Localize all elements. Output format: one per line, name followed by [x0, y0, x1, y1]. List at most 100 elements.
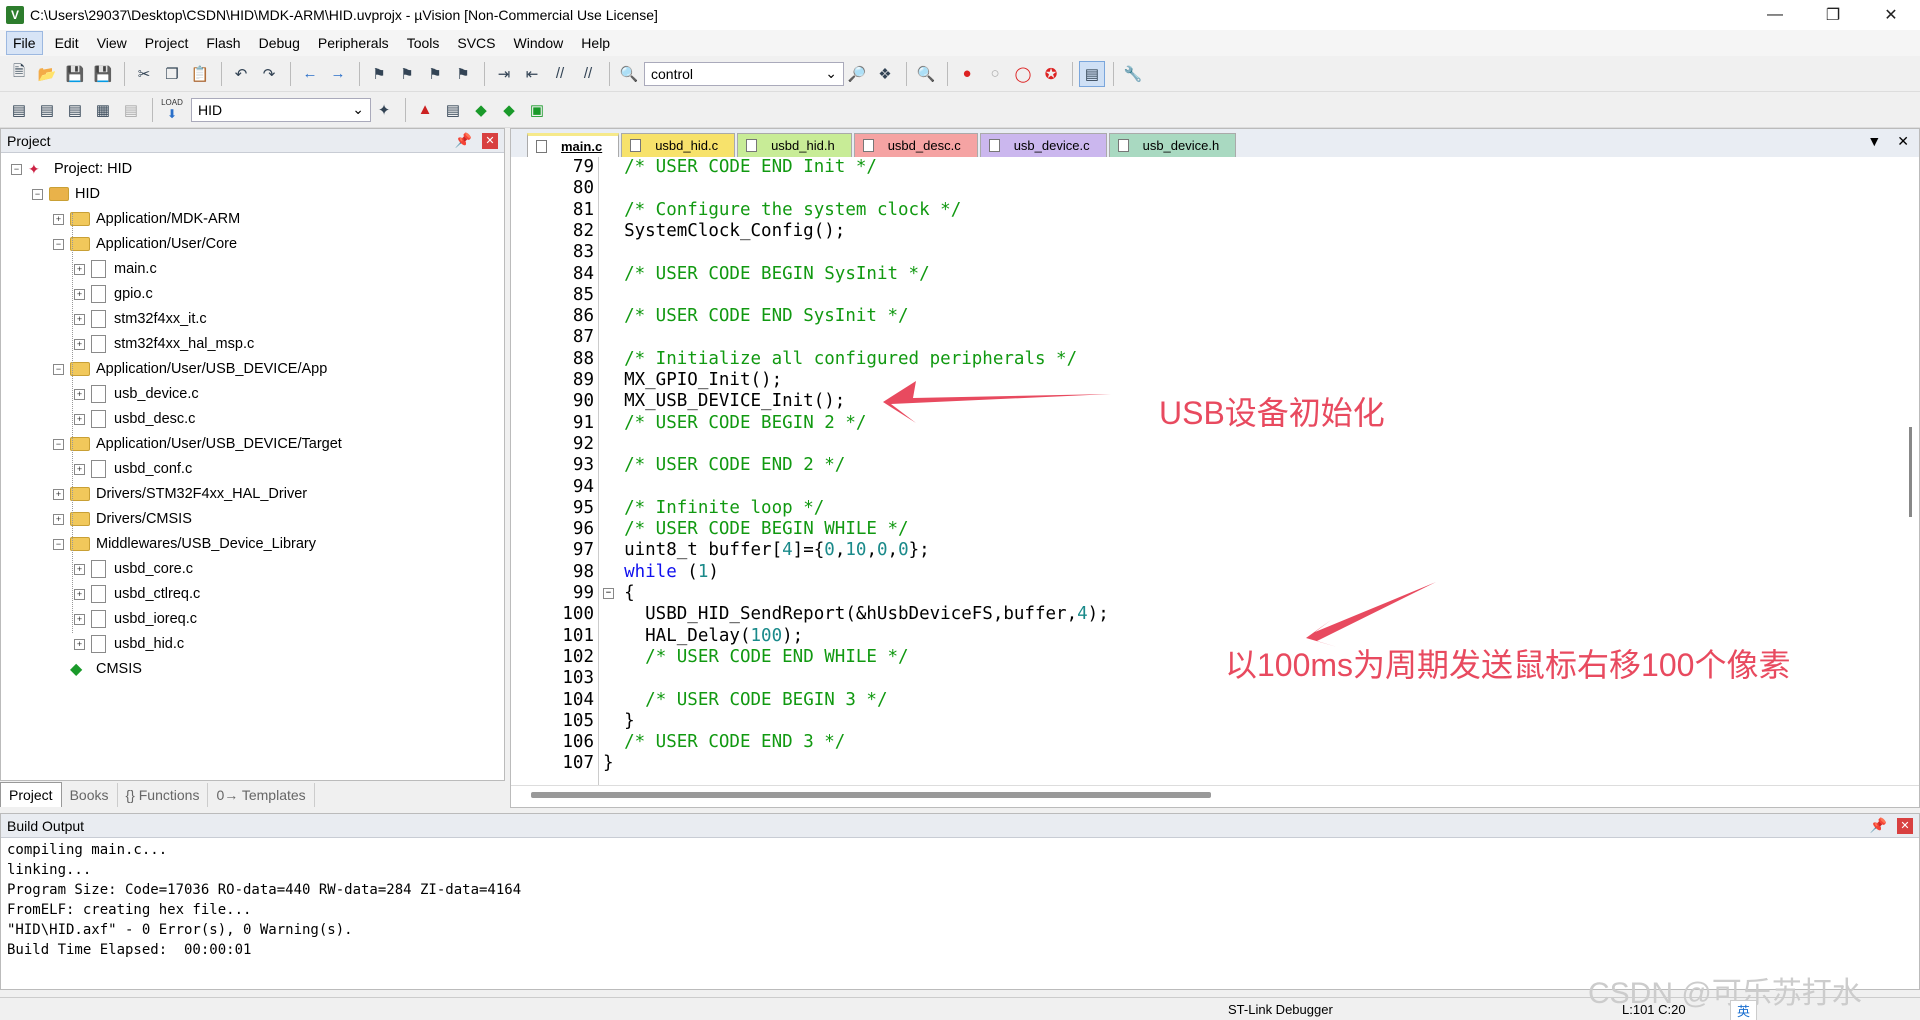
code-line[interactable]: }: [603, 711, 635, 731]
build-icon[interactable]: ▤: [34, 97, 60, 123]
code-line[interactable]: SystemClock_Config();: [603, 221, 845, 241]
breakpoint-icon[interactable]: ●: [954, 61, 980, 87]
expand-icon[interactable]: +: [74, 588, 85, 600]
tree-item[interactable]: − HID: [32, 182, 100, 206]
code-line[interactable]: MX_GPIO_Init();: [603, 370, 782, 390]
tree-item[interactable]: + usb_device.c: [74, 382, 199, 406]
cut-icon[interactable]: ✂: [131, 61, 157, 87]
code-line[interactable]: /* USER CODE BEGIN 2 */: [603, 413, 866, 433]
collapse-icon[interactable]: −: [53, 538, 64, 550]
menu-edit[interactable]: Edit: [49, 32, 85, 54]
redo-icon[interactable]: ↷: [256, 61, 282, 87]
build-output-text[interactable]: compiling main.c... linking... Program S…: [1, 838, 1919, 962]
pack-installer-icon[interactable]: ▣: [524, 97, 550, 123]
expand-icon[interactable]: +: [74, 613, 85, 625]
collapse-icon[interactable]: −: [53, 438, 64, 450]
tree-item[interactable]: + usbd_conf.c: [74, 457, 192, 481]
menu-help[interactable]: Help: [575, 32, 616, 54]
code-line[interactable]: /* Infinite loop */: [603, 498, 824, 518]
tree-item[interactable]: + usbd_hid.c: [74, 632, 184, 656]
expand-icon[interactable]: +: [74, 563, 85, 575]
menu-debug[interactable]: Debug: [253, 32, 306, 54]
code-line[interactable]: /* USER CODE END 2 */: [603, 455, 845, 475]
new-file-icon[interactable]: 🗎: [6, 61, 32, 87]
unindent-icon[interactable]: ⇤: [519, 61, 545, 87]
code-line[interactable]: while (1): [603, 562, 719, 582]
rebuild-icon[interactable]: ▤: [62, 97, 88, 123]
incremental-find-icon[interactable]: ❖: [872, 61, 898, 87]
tree-item[interactable]: + Drivers/STM32F4xx_HAL_Driver: [53, 482, 307, 506]
menu-svcs[interactable]: SVCS: [451, 32, 501, 54]
expand-icon[interactable]: +: [74, 413, 85, 425]
code-line[interactable]: /* USER CODE BEGIN 3 */: [603, 690, 887, 710]
manage-components-icon[interactable]: ▲: [412, 97, 438, 123]
expand-icon[interactable]: +: [74, 288, 85, 300]
code-line[interactable]: /* USER CODE BEGIN WHILE */: [603, 519, 908, 539]
configure-icon[interactable]: 🔧: [1120, 61, 1146, 87]
select-packs-icon[interactable]: ◆: [496, 97, 522, 123]
debug-session-icon[interactable]: 🔍: [913, 61, 939, 87]
pin-icon[interactable]: 📌: [1870, 817, 1887, 834]
editor-vertical-scrollbar[interactable]: [1903, 157, 1919, 763]
tree-item[interactable]: + stm32f4xx_hal_msp.c: [74, 332, 254, 356]
tree-item[interactable]: + usbd_ioreq.c: [74, 607, 197, 631]
undo-icon[interactable]: ↶: [228, 61, 254, 87]
panel-tab-0[interactable]: Project: [0, 782, 62, 807]
collapse-icon[interactable]: −: [53, 238, 64, 250]
panel-tab-1[interactable]: Books: [62, 782, 118, 807]
tree-item[interactable]: + gpio.c: [74, 282, 153, 306]
tree-item[interactable]: − Middlewares/USB_Device_Library: [53, 532, 316, 556]
window-layout-icon[interactable]: ▤: [1079, 60, 1105, 87]
code-line[interactable]: /* USER CODE END 3 */: [603, 732, 845, 752]
code-line[interactable]: /* Initialize all configured peripherals…: [603, 349, 1077, 369]
tree-item[interactable]: − Application/User/Core: [53, 232, 237, 256]
close-button[interactable]: ✕: [1862, 0, 1920, 30]
code-line[interactable]: uint8_t buffer[4]={0,10,0,0};: [603, 540, 930, 560]
code-line[interactable]: /* Configure the system clock */: [603, 200, 961, 220]
stop-build-icon[interactable]: ▤: [118, 97, 144, 123]
bookmark-icon[interactable]: ⚑: [366, 61, 392, 87]
load-download-icon[interactable]: LOAD ⬇: [159, 97, 185, 123]
find-icon[interactable]: 🔎: [844, 61, 870, 87]
code-line[interactable]: /* USER CODE END Init */: [603, 157, 877, 177]
manage-run-time-env-icon[interactable]: ◆: [468, 97, 494, 123]
tree-item[interactable]: + Application/MDK-ARM: [53, 207, 240, 231]
expand-icon[interactable]: +: [53, 213, 64, 225]
batch-build-icon[interactable]: ▦: [90, 97, 116, 123]
maximize-button[interactable]: ❐: [1804, 0, 1862, 30]
expand-icon[interactable]: +: [74, 638, 85, 650]
menu-project[interactable]: Project: [139, 32, 195, 54]
horizontal-scroll-thumb[interactable]: [531, 792, 1211, 798]
disable-all-breakpoints-icon[interactable]: ◯: [1010, 61, 1036, 87]
prev-bookmark-icon[interactable]: ⚑: [394, 61, 420, 87]
pin-icon[interactable]: 📌: [455, 132, 472, 149]
nav-forward-icon[interactable]: →: [325, 61, 351, 87]
expand-icon[interactable]: +: [74, 263, 85, 275]
copy-icon[interactable]: ❐: [159, 61, 185, 87]
clear-bookmarks-icon[interactable]: ⚑: [450, 61, 476, 87]
menu-flash[interactable]: Flash: [200, 32, 246, 54]
expand-icon[interactable]: +: [53, 513, 64, 525]
expand-icon[interactable]: +: [74, 388, 85, 400]
comment-icon[interactable]: //: [547, 61, 573, 87]
code-line[interactable]: /* USER CODE BEGIN SysInit */: [603, 264, 930, 284]
open-folder-icon[interactable]: 📂: [34, 61, 60, 87]
save-all-icon[interactable]: 💾: [90, 61, 116, 87]
nav-back-icon[interactable]: ←: [297, 61, 323, 87]
code-line[interactable]: HAL_Delay(100);: [603, 626, 803, 646]
kill-all-breakpoints-icon[interactable]: ✪: [1038, 61, 1064, 87]
tree-item[interactable]: − Application/User/USB_DEVICE/App: [53, 357, 327, 381]
ime-indicator[interactable]: 英: [1730, 1000, 1758, 1020]
code-line[interactable]: /* USER CODE END WHILE */: [603, 647, 908, 667]
editor-horizontal-scrollbar[interactable]: [511, 785, 1919, 807]
tree-item[interactable]: + usbd_ctlreq.c: [74, 582, 200, 606]
tab-list-dropdown-icon[interactable]: ▼: [1867, 133, 1881, 150]
collapse-icon[interactable]: −: [11, 163, 22, 175]
tree-item[interactable]: + main.c: [74, 257, 157, 281]
next-bookmark-icon[interactable]: ⚑: [422, 61, 448, 87]
uncomment-icon[interactable]: //: [575, 61, 601, 87]
expand-icon[interactable]: +: [74, 463, 85, 475]
target-options-icon[interactable]: ✦: [371, 97, 397, 123]
close-panel-icon[interactable]: ✕: [482, 132, 498, 149]
menu-peripherals[interactable]: Peripherals: [312, 32, 395, 54]
